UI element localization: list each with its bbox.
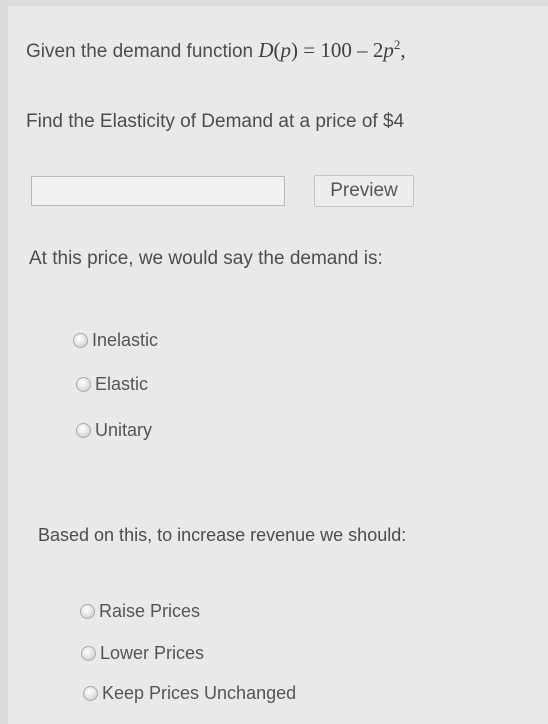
radio-inelastic[interactable] bbox=[73, 333, 88, 348]
function-variable: p bbox=[383, 38, 394, 62]
function-coefficient: 2 bbox=[372, 38, 384, 62]
elasticity-prompt: Find the Elasticity of Demand at a price… bbox=[26, 111, 405, 132]
radio-unitary[interactable] bbox=[76, 423, 91, 438]
answer-input[interactable] bbox=[31, 176, 285, 206]
option-raise-prices[interactable]: Raise Prices bbox=[80, 601, 200, 622]
revenue-question: Based on this, to increase revenue we sh… bbox=[38, 525, 407, 545]
function-constant: 100 bbox=[320, 38, 352, 62]
option-keep-prices[interactable]: Keep Prices Unchanged bbox=[83, 683, 296, 704]
preview-button[interactable]: Preview bbox=[314, 175, 414, 207]
demand-question: At this price, we would say the demand i… bbox=[29, 248, 383, 269]
option-raise-prices-label: Raise Prices bbox=[99, 601, 201, 621]
radio-raise-prices[interactable] bbox=[80, 604, 95, 619]
function-name: D bbox=[258, 38, 274, 62]
option-inelastic[interactable]: Inelastic bbox=[73, 330, 158, 351]
option-elastic[interactable]: Elastic bbox=[76, 374, 148, 395]
function-comma: , bbox=[400, 38, 406, 62]
radio-elastic[interactable] bbox=[76, 377, 91, 392]
question-intro: Given the demand function bbox=[26, 41, 254, 62]
equals-sign: = bbox=[303, 38, 316, 62]
option-unitary-label: Unitary bbox=[95, 420, 153, 440]
demand-function: D(p) = 100 – 2p2, bbox=[258, 37, 406, 62]
option-elastic-label: Elastic bbox=[95, 374, 149, 394]
option-unitary[interactable]: Unitary bbox=[76, 420, 152, 441]
question-line: Given the demand function D(p) = 100 – 2… bbox=[26, 38, 406, 63]
function-arg: p bbox=[280, 38, 292, 62]
option-inelastic-label: Inelastic bbox=[92, 330, 159, 350]
option-lower-prices-label: Lower Prices bbox=[100, 643, 205, 663]
radio-keep-prices[interactable] bbox=[83, 686, 98, 701]
option-lower-prices[interactable]: Lower Prices bbox=[81, 643, 204, 664]
option-keep-prices-label: Keep Prices Unchanged bbox=[102, 683, 297, 703]
minus-sign: – bbox=[357, 38, 368, 62]
radio-lower-prices[interactable] bbox=[81, 646, 96, 661]
